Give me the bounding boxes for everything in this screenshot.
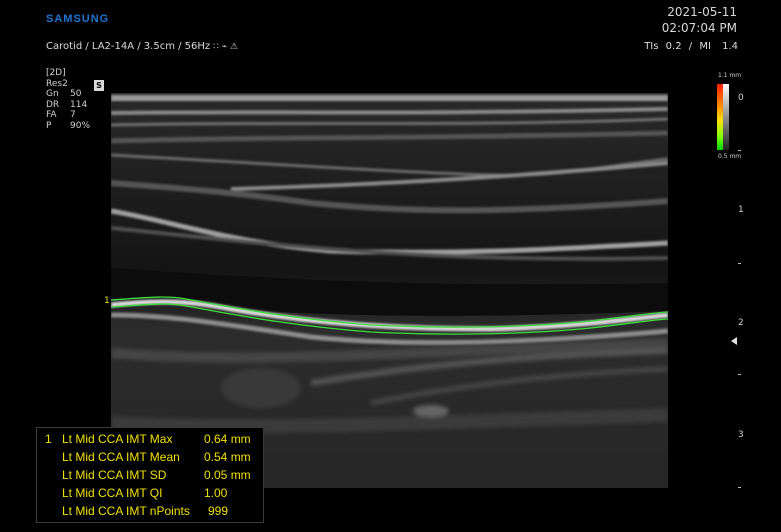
- safety-indices: TIs 0.2 / MI 1.4: [640, 41, 738, 52]
- measurement-value: 0.05 mm: [204, 468, 251, 482]
- param-key: FA: [46, 110, 57, 120]
- depth-tick: [738, 374, 741, 375]
- param-row: DR 114: [46, 100, 90, 111]
- measurement-results: 1 Lt Mid CCA IMT Max 0.64 mm Lt Mid CCA …: [36, 427, 264, 523]
- colorbar-top-label: 1.1 mm: [718, 72, 742, 79]
- imaging-parameters: [2D] Res2 Gn 50 DR 114 FA 7 P 90%: [46, 68, 90, 131]
- param-value: 90%: [70, 120, 91, 131]
- depth-mark: 1: [738, 205, 744, 215]
- depth-mark: 3: [738, 430, 744, 440]
- focus-marker-icon[interactable]: [731, 337, 737, 345]
- depth-tick: [738, 487, 741, 488]
- depth-tick: [738, 263, 741, 264]
- param-row: FA 7: [46, 110, 90, 121]
- mode-label: [2D]: [46, 68, 66, 78]
- tis-label: TIs: [644, 41, 659, 52]
- param-value: 7: [70, 110, 76, 120]
- depth-zero-label: 0: [738, 93, 744, 103]
- param-key: P: [46, 120, 52, 131]
- depth-mark: 2: [738, 318, 744, 328]
- measurement-label: Lt Mid CCA IMT QI: [62, 486, 163, 500]
- colorbar-bottom-label: 0.5 mm: [718, 153, 742, 160]
- param-key: Gn: [46, 89, 59, 99]
- param-value: 114: [70, 99, 88, 110]
- measurement-value: 999: [208, 504, 229, 518]
- probe-info-text: Carotid / LA2-14A / 3.5cm / 56Hz: [46, 41, 211, 52]
- probe-info: Carotid / LA2-14A / 3.5cm / 56Hz ∷ ⌁ ⚠: [46, 41, 238, 52]
- tis-value: 0.2: [665, 41, 682, 52]
- measurement-index: 1: [45, 432, 52, 446]
- mi-label: MI: [699, 41, 711, 52]
- depth-tick: [738, 150, 741, 151]
- param-row: Gn 50: [46, 89, 90, 100]
- gray-map-bar: [723, 84, 729, 150]
- measurement-value: 1.00: [204, 486, 228, 500]
- s-badge: S: [94, 80, 104, 91]
- mi-value: 1.4: [722, 41, 738, 52]
- measurement-label: Lt Mid CCA IMT Mean: [62, 450, 180, 464]
- probe-status-icon: ∷ ⌁ ⚠: [213, 42, 239, 52]
- measurement-value: 0.64 mm: [204, 432, 251, 446]
- trace-label: 1: [104, 296, 110, 306]
- measurement-label: Lt Mid CCA IMT Max: [62, 432, 173, 446]
- param-key: DR: [46, 99, 60, 110]
- param-value: 50: [70, 89, 82, 99]
- datetime: 2021-05-11 02:07:04 PM: [662, 4, 737, 36]
- time-text: 02:07:04 PM: [661, 21, 737, 35]
- brand-logo: SAMSUNG: [46, 13, 110, 25]
- measurement-label: Lt Mid CCA IMT nPoints: [62, 504, 190, 518]
- resolution-label: Res2: [46, 78, 68, 89]
- date-text: 2021-05-11: [667, 5, 737, 19]
- param-row: P 90%: [46, 121, 90, 132]
- measurement-label: Lt Mid CCA IMT SD: [62, 468, 167, 482]
- measurement-value: 0.54 mm: [204, 450, 251, 464]
- index-separator: /: [688, 41, 693, 52]
